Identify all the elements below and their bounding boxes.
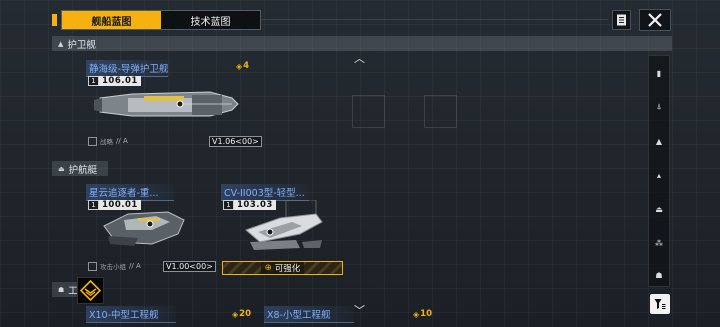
chevron-down-icon[interactable]: ﹀ <box>354 302 365 318</box>
grid-square <box>352 95 385 128</box>
grid-square <box>424 95 457 128</box>
ship-name-underline <box>86 322 176 323</box>
ship-name: CV-II003型-轻型... <box>221 184 309 200</box>
section-label: 护航艇 <box>68 164 98 176</box>
ship-name: X8-小型工程舰 <box>264 306 354 322</box>
section-label: 护卫舰 <box>67 39 96 51</box>
ship-name: 星云追逐者-重... <box>86 184 174 200</box>
ship-cost: ◈ 4 <box>236 61 250 71</box>
blueprint-tabs: 舰船蓝图 技术蓝图 <box>61 10 261 30</box>
filter-button[interactable] <box>650 294 670 314</box>
close-icon <box>648 13 662 27</box>
ship-class-icon: 1 <box>223 200 234 210</box>
tab-tech-blueprints[interactable]: 技术蓝图 <box>161 11 260 29</box>
rail-capital-icon[interactable]: ▮ <box>648 66 670 80</box>
rail-frigate-icon[interactable]: ▴ <box>648 168 670 182</box>
ship-footer: 战略 // A <box>88 136 128 146</box>
coin-icon: ◈ <box>232 309 239 319</box>
ship-image-frigate <box>94 91 239 117</box>
role-icon <box>88 136 97 146</box>
tab-indicator <box>52 14 57 26</box>
section-escort[interactable]: ⏏ 护航艇 <box>52 161 108 176</box>
chevron-up-icon[interactable]: ︿ <box>354 50 365 66</box>
ship-cost: ◈ 10 <box>413 309 432 319</box>
ship-version: V1.00<00> <box>163 261 216 272</box>
ship-name: X10-中型工程舰 <box>86 306 176 322</box>
ship-card[interactable]: X10-中型工程舰 <box>86 306 176 323</box>
role-icon <box>88 261 97 271</box>
rail-fighter-icon[interactable]: ⁂ <box>648 236 670 250</box>
emblem-icon <box>80 280 101 301</box>
escort-class-icon: ⏏ <box>58 164 65 173</box>
close-button[interactable] <box>639 9 671 31</box>
ship-name: 静海级-导弹护卫舰 <box>86 60 172 76</box>
section-frigate[interactable]: ▲ 护卫舰 <box>52 36 672 51</box>
ship-version: V1.06<00> <box>209 136 262 147</box>
filter-icon <box>654 299 666 309</box>
rail-escort-icon[interactable]: ⏏ <box>648 202 670 216</box>
engineering-class-icon: ☗ <box>58 285 65 294</box>
avatar[interactable] <box>77 277 104 304</box>
ship-cost: ◈ 20 <box>232 309 251 319</box>
document-icon <box>617 14 626 26</box>
ship-id-badge: 1 106.01 <box>88 76 141 86</box>
rail-engineering-icon[interactable]: ☗ <box>648 268 670 282</box>
tab-ship-blueprints[interactable]: 舰船蓝图 <box>62 11 161 29</box>
ship-image-escort <box>103 211 185 246</box>
document-button[interactable] <box>612 10 631 30</box>
coin-icon: ◈ <box>413 309 420 319</box>
ship-card[interactable]: 静海级-导弹护卫舰 <box>86 60 172 77</box>
ship-image-escort-light <box>245 200 323 250</box>
rail-cruiser-icon[interactable]: ⍋ <box>648 100 670 114</box>
ship-name-underline <box>264 322 354 323</box>
upgrade-button[interactable]: ⊕ 可强化 <box>222 261 343 275</box>
ship-footer: 攻击小组 // A <box>88 261 141 271</box>
rail-destroyer-icon[interactable]: ▲ <box>648 134 670 148</box>
top-divider <box>262 19 608 20</box>
ship-card[interactable]: 星云追逐者-重... <box>86 184 174 201</box>
triangle-up-icon: ▲ <box>58 39 64 48</box>
ship-card[interactable]: CV-II003型-轻型... <box>221 184 309 201</box>
coin-icon: ◈ <box>236 61 243 71</box>
upgrade-icon: ⊕ <box>264 263 272 273</box>
ship-class-icon: 1 <box>88 76 99 86</box>
ship-card[interactable]: X8-小型工程舰 <box>264 306 354 323</box>
